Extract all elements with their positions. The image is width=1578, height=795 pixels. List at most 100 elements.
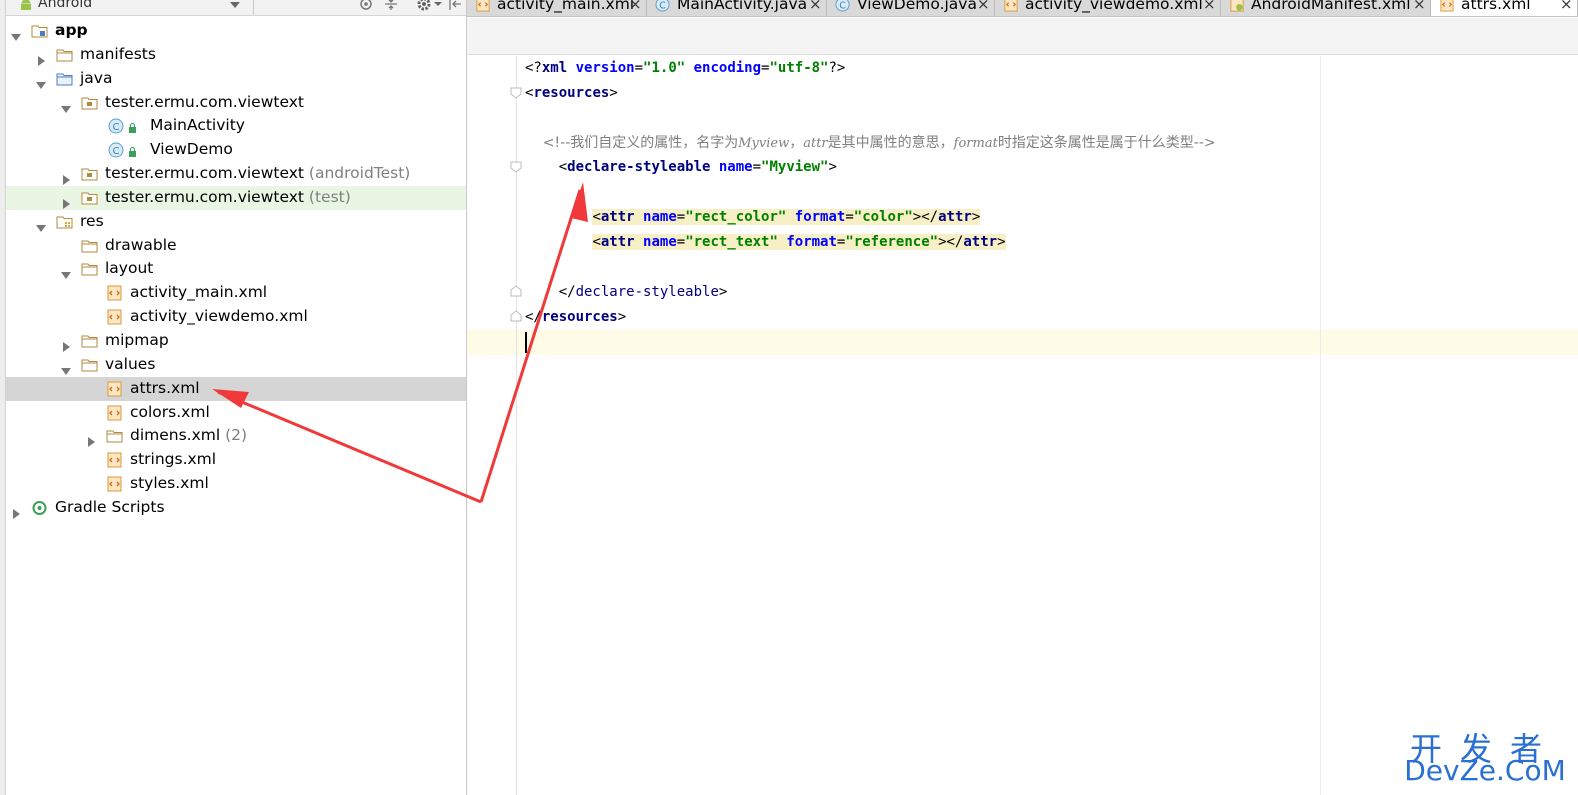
code-token: ，: [789, 134, 804, 151]
tree-item[interactable]: res: [6, 210, 466, 234]
tree-item[interactable]: java: [6, 67, 466, 91]
code-token: declare-styleable: [567, 159, 719, 176]
close-icon[interactable]: ×: [629, 0, 642, 13]
fold-marker-icon[interactable]: [510, 161, 522, 173]
code-line[interactable]: <attr name="rect_text" format="reference…: [525, 232, 1006, 252]
chevron-right-icon[interactable]: [36, 50, 46, 66]
tree-item[interactable]: values: [6, 353, 466, 377]
tree-item[interactable]: layout: [6, 257, 466, 281]
tree-item-label: activity_main.xml: [130, 283, 268, 302]
code-line[interactable]: <!--我们自定义的属性，名字为Myview，attr是其中属性的意思，form…: [525, 133, 1216, 154]
code-token: format: [786, 233, 837, 250]
code-token: >: [617, 308, 627, 325]
tree-item[interactable]: app: [6, 19, 466, 43]
chevron-down-icon[interactable]: [61, 264, 71, 280]
current-line-highlight: [467, 330, 1578, 355]
xml-file-icon: [1003, 0, 1019, 12]
close-icon[interactable]: ×: [977, 0, 990, 13]
code-editor[interactable]: <?xml version="1.0" encoding="utf-8"?> <r…: [467, 56, 1578, 795]
tree-item[interactable]: C MainActivity: [6, 114, 466, 138]
close-icon[interactable]: ×: [1413, 0, 1426, 13]
chevron-down-icon[interactable]: [11, 26, 21, 41]
fold-end-icon[interactable]: [510, 285, 522, 297]
editor-breadcrumb-strip: [467, 18, 1578, 55]
code-line[interactable]: <declare-styleable name="Myview">: [525, 157, 837, 177]
tree-item[interactable]: Gradle Scripts: [6, 496, 466, 520]
tree-item[interactable]: attrs.xml: [6, 376, 466, 401]
code-line[interactable]: </resources>: [525, 307, 626, 327]
chevron-right-icon[interactable]: [61, 336, 71, 352]
editor-tab[interactable]: activity_main.xml ×: [467, 0, 647, 16]
tree-item[interactable]: activity_viewdemo.xml: [6, 305, 466, 329]
chevron-right-icon[interactable]: [11, 503, 21, 519]
toolbar-divider: [253, 0, 254, 15]
editor-tab[interactable]: C MainActivity.java ×: [647, 0, 827, 16]
code-token: <: [592, 209, 601, 226]
tree-item[interactable]: drawable: [6, 234, 466, 258]
code-token: >: [828, 159, 837, 176]
tree-item-label: dimens.xml (2): [130, 426, 248, 445]
project-tree: app manifests java tester.ermu.com.viewtext…: [6, 19, 466, 520]
code-token: attr: [600, 233, 644, 250]
code-token: >: [997, 233, 1006, 250]
code-token: =: [634, 60, 644, 76]
code-token: =: [676, 209, 686, 226]
chevron-down-icon[interactable]: [36, 217, 46, 232]
editor-tab[interactable]: attrs.xml ×: [1431, 0, 1578, 16]
code-line[interactable]: <resources>: [525, 83, 618, 103]
tree-item-label: tester.ermu.com.viewtext (test): [105, 187, 351, 206]
fold-marker-icon[interactable]: [510, 87, 522, 99]
tree-item-label: mipmap: [105, 330, 169, 349]
close-icon[interactable]: ×: [809, 0, 822, 13]
watermark: 开发者 DevZe.CoM: [1404, 724, 1566, 790]
code-line[interactable]: <?xml version="1.0" encoding="utf-8"?>: [525, 58, 845, 78]
code-token: ></: [912, 209, 939, 226]
code-token: "rect_color": [685, 209, 795, 226]
editor-tab[interactable]: AndroidManifest.xml ×: [1221, 0, 1431, 16]
tree-item-label: java: [80, 68, 113, 87]
code-token: <: [525, 159, 568, 176]
tab-label: attrs.xml: [1461, 0, 1531, 13]
tree-item[interactable]: tester.ermu.com.viewtext (androidTest): [6, 162, 466, 186]
close-icon[interactable]: ×: [1560, 0, 1573, 13]
editor-tab-bar: activity_main.xml × C MainActivity.java × C Vi…: [467, 0, 1578, 17]
code-token: </: [525, 283, 576, 300]
tree-item[interactable]: tester.ermu.com.viewtext (test): [6, 185, 466, 210]
chevron-down-icon[interactable]: [434, 0, 442, 8]
tree-item[interactable]: manifests: [6, 43, 466, 67]
tree-item[interactable]: activity_main.xml: [6, 281, 466, 305]
editor-tab[interactable]: C ViewDemo.java ×: [827, 0, 995, 16]
view-mode-selector[interactable]: Android: [38, 0, 92, 11]
chevron-down-icon[interactable]: [61, 98, 71, 113]
tree-item[interactable]: mipmap: [6, 329, 466, 353]
fold-end-icon[interactable]: [510, 310, 522, 322]
tree-item[interactable]: styles.xml: [6, 472, 466, 496]
code-line[interactable]: </declare-styleable>: [525, 282, 728, 302]
tree-item-label: Gradle Scripts: [55, 497, 165, 516]
chevron-right-icon[interactable]: [61, 193, 71, 209]
code-token: </: [525, 308, 542, 325]
gear-icon[interactable]: [416, 0, 432, 12]
tree-item[interactable]: C ViewDemo: [6, 138, 466, 162]
tree-item[interactable]: tester.ermu.com.viewtext: [6, 91, 466, 115]
xml-file-icon: [1439, 0, 1455, 12]
code-token: format: [794, 209, 846, 226]
editor-tab[interactable]: activity_viewdemo.xml ×: [995, 0, 1221, 16]
code-line[interactable]: <attr name="rect_color" format="color"><…: [525, 207, 981, 227]
chevron-right-icon[interactable]: [61, 169, 71, 186]
tree-item[interactable]: dimens.xml (2): [6, 424, 466, 448]
collapse-all-icon[interactable]: [384, 0, 398, 11]
chevron-down-icon[interactable]: [36, 74, 46, 89]
chevron-down-icon[interactable]: [61, 360, 71, 375]
close-icon[interactable]: ×: [1203, 0, 1216, 13]
tree-item[interactable]: strings.xml: [6, 448, 466, 472]
right-margin-guide: [1320, 56, 1321, 795]
hide-panel-icon[interactable]: [448, 0, 462, 11]
code-token: 是其中属性的意思，: [827, 134, 954, 151]
tree-item-label: manifests: [80, 44, 156, 63]
chevron-down-icon[interactable]: [230, 0, 240, 10]
tree-item[interactable]: colors.xml: [6, 401, 466, 425]
scroll-from-source-icon[interactable]: [359, 0, 373, 11]
chevron-right-icon[interactable]: [86, 431, 96, 448]
